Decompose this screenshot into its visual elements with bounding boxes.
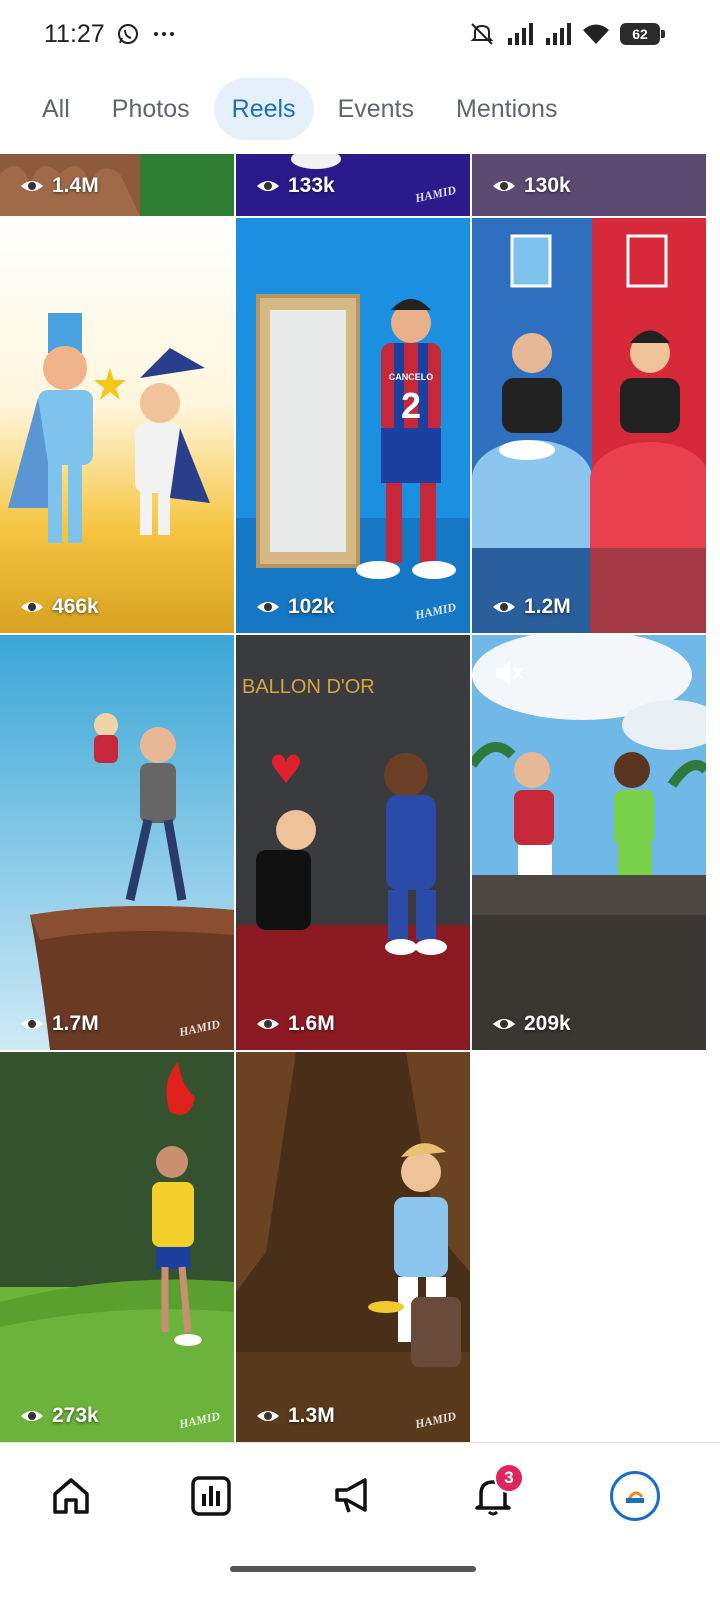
reel-tile[interactable]: 1.3M HAMID xyxy=(236,1052,470,1442)
mute-icon xyxy=(470,23,494,45)
eye-icon xyxy=(21,181,43,191)
view-count: 273k xyxy=(20,1404,99,1428)
tab-mentions[interactable]: Mentions xyxy=(438,78,575,140)
profile-avatar xyxy=(610,1471,660,1521)
reel-thumbnail: BALLON D'OR xyxy=(236,635,470,1050)
wifi-icon xyxy=(583,24,609,44)
reel-tile[interactable]: BALLON D'OR 1.6M xyxy=(236,635,470,1050)
notification-badge: 3 xyxy=(494,1463,524,1493)
signal-icon xyxy=(508,23,533,45)
view-count-text: 1.2M xyxy=(524,595,571,618)
view-count-text: 466k xyxy=(52,595,99,618)
reel-tile[interactable]: CANCELO 2 102k HAMID xyxy=(236,218,470,633)
reels-grid: 1.4M 133k HAMID 130k 466k CANCELO 2 102k… xyxy=(0,154,720,1442)
reel-thumbnail: CANCELO 2 xyxy=(236,218,470,633)
tab-reels[interactable]: Reels xyxy=(213,78,314,140)
eye-icon xyxy=(257,181,279,191)
view-count-text: 1.7M xyxy=(52,1012,99,1035)
bottom-nav: 3 xyxy=(0,1442,720,1548)
tab-bar: All Photos Reels Events Mentions xyxy=(24,78,720,140)
nav-insights[interactable] xyxy=(186,1471,236,1521)
megaphone-icon xyxy=(335,1478,367,1513)
profile-logo-icon xyxy=(620,1481,650,1511)
view-count-text: 273k xyxy=(52,1404,99,1427)
reel-tile[interactable]: 1.4M xyxy=(0,154,234,216)
status-left-icons xyxy=(116,22,176,46)
shirt-number: 2 xyxy=(401,385,421,426)
shirt-name: CANCELO xyxy=(389,372,434,382)
view-count-text: 1.6M xyxy=(288,1012,335,1035)
tab-photos[interactable]: Photos xyxy=(94,78,208,140)
eye-icon xyxy=(493,181,515,191)
reel-tile[interactable]: 273k HAMID xyxy=(0,1052,234,1442)
reel-thumbnail xyxy=(472,635,706,1050)
nav-ads[interactable] xyxy=(328,1471,378,1521)
signal-icon xyxy=(546,23,571,45)
whatsapp-icon xyxy=(118,24,138,44)
view-count: 1.7M xyxy=(20,1012,99,1036)
tab-all[interactable]: All xyxy=(24,78,88,140)
view-count-text: 1.3M xyxy=(288,1404,335,1427)
reel-tile[interactable]: 133k HAMID xyxy=(236,154,470,216)
status-right-icons: 62 xyxy=(468,20,665,48)
nav-notifications[interactable]: 3 xyxy=(468,1463,524,1521)
reel-tile[interactable]: 209k xyxy=(472,635,706,1050)
nav-profile[interactable] xyxy=(610,1471,660,1521)
reel-tile[interactable]: 1.2M xyxy=(472,218,706,633)
reel-thumbnail xyxy=(0,218,234,633)
view-count: 466k xyxy=(20,595,99,619)
home-indicator xyxy=(230,1566,476,1572)
more-dots-icon xyxy=(154,32,174,36)
view-count: 133k xyxy=(256,174,335,198)
view-count: 1.6M xyxy=(256,1012,335,1036)
eye-icon xyxy=(257,602,279,612)
tab-events[interactable]: Events xyxy=(320,78,432,140)
view-count-text: 209k xyxy=(524,1012,571,1035)
eye-icon xyxy=(493,602,515,612)
view-count-text: 133k xyxy=(288,174,335,197)
view-count-text: 130k xyxy=(524,174,571,197)
view-count-text: 102k xyxy=(288,595,335,618)
eye-icon xyxy=(257,1411,279,1421)
mute-icon[interactable] xyxy=(490,655,526,691)
screen: 11:27 62 All Photos Reels Events Mention… xyxy=(0,0,720,1600)
reel-thumbnail xyxy=(472,218,706,633)
reel-thumbnail xyxy=(236,1052,470,1442)
ballon-dor-text: BALLON D'OR xyxy=(242,676,375,698)
reel-thumbnail xyxy=(0,635,234,1050)
view-count: 209k xyxy=(492,1012,571,1036)
eye-icon xyxy=(257,1019,279,1029)
view-count: 1.4M xyxy=(20,174,99,198)
reel-thumbnail xyxy=(0,1052,234,1442)
eye-icon xyxy=(21,1019,43,1029)
view-count: 130k xyxy=(492,174,571,198)
view-count-text: 1.4M xyxy=(52,174,99,197)
status-bar: 11:27 62 xyxy=(0,0,720,70)
eye-icon xyxy=(493,1019,515,1029)
view-count: 102k xyxy=(256,595,335,619)
eye-icon xyxy=(21,602,43,612)
status-time: 11:27 xyxy=(44,20,105,48)
reel-tile[interactable]: 130k xyxy=(472,154,706,216)
reel-tile[interactable]: 1.7M HAMID xyxy=(0,635,234,1050)
home-icon xyxy=(53,1478,89,1514)
nav-home[interactable] xyxy=(46,1471,96,1521)
view-count: 1.2M xyxy=(492,595,571,619)
insights-icon xyxy=(191,1476,231,1516)
view-count: 1.3M xyxy=(256,1404,335,1428)
battery-icon: 62 xyxy=(620,23,665,45)
eye-icon xyxy=(21,1411,43,1421)
reel-tile[interactable]: 466k xyxy=(0,218,234,633)
